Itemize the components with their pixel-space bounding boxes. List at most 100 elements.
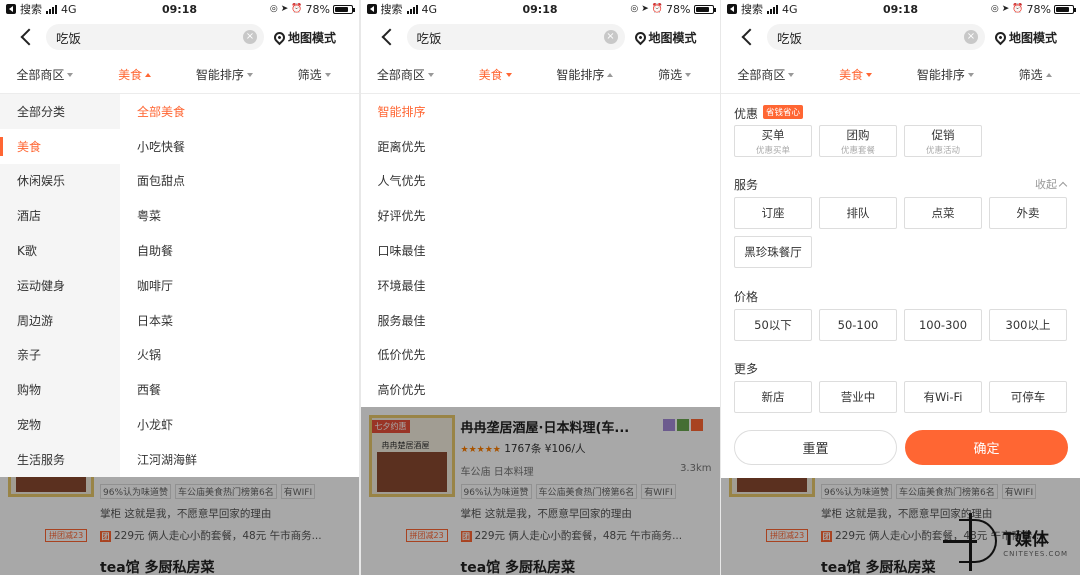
category-right-item[interactable]: 小吃快餐 [120,129,359,164]
sort-option[interactable]: 距离优先 [361,129,720,164]
filter-tab-area[interactable]: 全部商区 [361,66,451,83]
category-left-item[interactable]: 周边游 [0,303,120,338]
sort-option[interactable]: 环境最佳 [361,268,720,303]
search-input[interactable]: 吃饭 × [767,24,985,50]
category-left-item[interactable]: 亲子 [0,338,120,373]
back-to-app-icon[interactable] [366,4,377,14]
service-chip[interactable]: 点菜 [904,197,982,229]
category-right-list: 全部美食 小吃快餐 面包甜点 粤菜 自助餐 咖啡厅 日本菜 火锅 西餐 小龙虾 … [120,94,359,477]
category-right-item[interactable]: 火锅 [120,338,359,373]
collapse-button[interactable]: 收起 [1035,176,1068,192]
search-value: 吃饭 [56,30,82,46]
reset-button[interactable]: 重置 [734,430,897,465]
sort-option[interactable]: 口味最佳 [361,233,720,268]
back-to-app-icon[interactable] [6,4,16,14]
filter-tab-label: 美食 [839,68,864,82]
chevron-up-icon [1058,181,1068,190]
category-left-item[interactable]: 宠物 [0,407,120,442]
filter-tab-sort[interactable]: 智能排序 [180,66,270,83]
more-chip[interactable]: 有Wi-Fi [904,381,982,413]
sort-option[interactable]: 低价优先 [361,338,720,373]
back-button[interactable] [733,18,761,56]
category-right-item[interactable]: 西餐 [120,372,359,407]
sort-option[interactable]: 好评优先 [361,198,720,233]
filter-tab-label: 筛选 [1018,68,1043,82]
screenshot-collage: 搜索 4G 09:18 ◎ ➤ ⏰ 78% 吃饭 × 地图模式 全部商区 美食 … [0,0,1080,575]
category-right-item[interactable]: 小龙虾 [120,407,359,442]
category-left-item[interactable]: 酒店 [0,198,120,233]
confirm-button[interactable]: 确定 [905,430,1068,465]
sort-option-selected[interactable]: 智能排序 [361,94,720,129]
service-chip[interactable]: 外卖 [989,197,1067,229]
price-chip[interactable]: 50以下 [734,309,812,341]
category-right-item[interactable]: 咖啡厅 [120,268,359,303]
lock-icon: ◎ [990,4,999,14]
category-right-item-selected[interactable]: 全部美食 [120,94,359,129]
category-left-item[interactable]: 生活服务 [0,442,120,477]
filter-tab-sort[interactable]: 智能排序 [540,66,630,83]
lock-icon: ◎ [630,4,639,14]
price-chip[interactable]: 100-300 [904,309,982,341]
filter-tab-filter[interactable]: 筛选 [630,66,720,83]
back-arrow-icon [20,28,38,46]
clear-search-icon[interactable]: × [964,30,978,44]
back-to-app-icon[interactable] [727,4,737,14]
category-left-item[interactable]: 购物 [0,372,120,407]
price-chip[interactable]: 50-100 [819,309,897,341]
service-chip[interactable]: 黑珍珠餐厅 [734,236,812,268]
filter-tab-category[interactable]: 美食 [90,66,180,83]
filter-bar: 全部商区 美食 智能排序 筛选 [0,56,359,94]
promo-chip-sale[interactable]: 促销 优惠活动 [904,125,982,157]
category-left-item[interactable]: 休闲娱乐 [0,164,120,199]
map-mode-label: 地图模式 [648,30,697,45]
sort-option[interactable]: 人气优先 [361,164,720,199]
map-mode-button[interactable]: 地图模式 [992,29,1057,46]
category-right-item[interactable]: 江河湖海鲜 [120,442,359,477]
collapse-label: 收起 [1035,178,1057,191]
service-section-title: 服务 [734,178,759,192]
category-left-item[interactable]: K歌 [0,233,120,268]
category-right-item[interactable]: 粤菜 [120,198,359,233]
filter-tab-filter[interactable]: 筛选 [990,66,1080,83]
service-chip[interactable]: 排队 [819,197,897,229]
search-input[interactable]: 吃饭 × [46,24,264,50]
dropdown-arrow-up-icon [607,72,614,77]
map-mode-button[interactable]: 地图模式 [271,29,336,46]
category-right-item[interactable]: 日本菜 [120,303,359,338]
filter-tab-category[interactable]: 美食 [450,66,540,83]
signal-icon [46,4,57,14]
filter-tab-label: 智能排序 [195,68,244,82]
promo-chip-pay[interactable]: 买单 优惠买单 [734,125,812,157]
category-left-item[interactable]: 全部分类 [0,94,120,129]
filter-tab-area[interactable]: 全部商区 [0,66,90,83]
clear-search-icon[interactable]: × [243,30,257,44]
filter-tab-filter[interactable]: 筛选 [269,66,359,83]
more-chip[interactable]: 营业中 [819,381,897,413]
watermark-logo: T媒体 CNITEYES.COM [943,513,1068,571]
sort-option[interactable]: 服务最佳 [361,303,720,338]
sort-option[interactable]: 高价优先 [361,372,720,407]
category-right-item[interactable]: 自助餐 [120,233,359,268]
alarm-icon: ⏰ [1012,4,1024,14]
dropdown-arrow-icon [427,72,434,77]
promo-chip-group[interactable]: 团购 优惠套餐 [819,125,897,157]
price-chip[interactable]: 300以上 [989,309,1067,341]
back-button[interactable] [373,18,401,56]
dim-overlay[interactable] [360,407,720,575]
category-right-item[interactable]: 面包甜点 [120,164,359,199]
more-chip[interactable]: 新店 [734,381,812,413]
service-chip[interactable]: 订座 [734,197,812,229]
category-left-item[interactable]: 运动健身 [0,268,120,303]
chip-sub: 优惠活动 [925,145,960,156]
search-input[interactable]: 吃饭 × [406,24,625,50]
lock-icon: ◎ [269,4,278,14]
clear-search-icon[interactable]: × [603,30,618,44]
filter-tab-category[interactable]: 美食 [811,66,901,83]
filter-tab-area[interactable]: 全部商区 [721,66,811,83]
filter-tab-sort[interactable]: 智能排序 [901,66,991,83]
shop-listing[interactable]: 七夕约惠 冉冉楚居酒屋 冉冉垄居酒屋·日本料理(车... ★★★★★ 1767条 … [360,407,720,575]
more-chip[interactable]: 可停车 [989,381,1067,413]
back-button[interactable] [12,18,40,56]
category-left-item-selected[interactable]: 美食 [0,128,120,164]
map-mode-button[interactable]: 地图模式 [632,29,697,46]
